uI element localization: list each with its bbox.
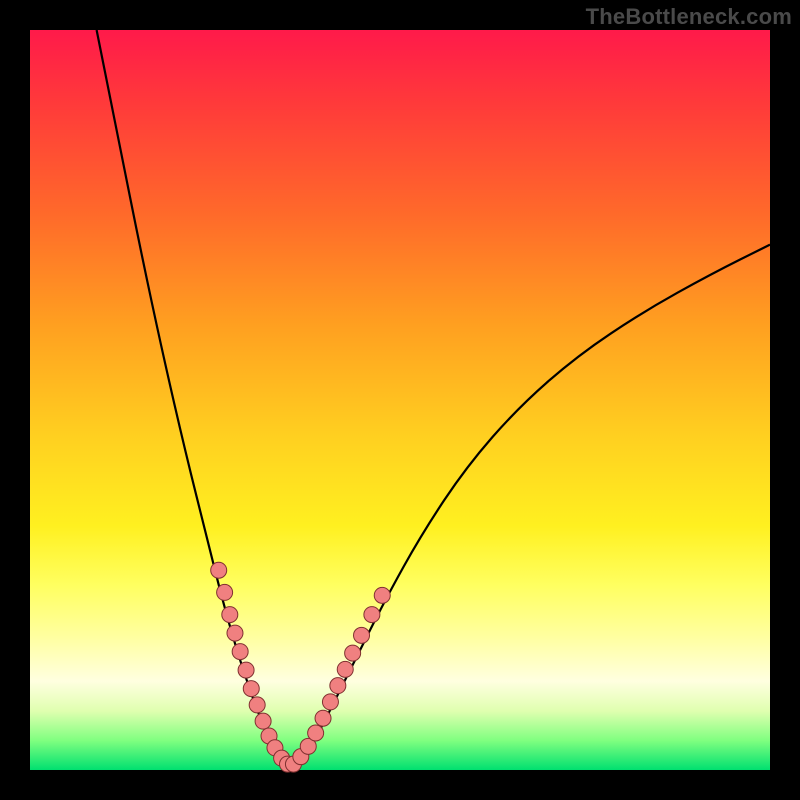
chart-canvas: TheBottleneck.com (0, 0, 800, 800)
bead-left (211, 562, 227, 578)
curve-left-branch (97, 30, 289, 766)
bead-left (227, 625, 243, 641)
bead-right (330, 678, 346, 694)
bead-left (249, 697, 265, 713)
bead-left (217, 584, 233, 600)
bead-right (364, 607, 380, 623)
curve-layer (30, 30, 770, 770)
plot-area (30, 30, 770, 770)
bead-left (232, 644, 248, 660)
bead-left (238, 662, 254, 678)
watermark-text: TheBottleneck.com (586, 4, 792, 30)
bead-right (345, 645, 361, 661)
curve-right-branch (289, 245, 770, 767)
bead-right (315, 710, 331, 726)
bead-markers (211, 562, 391, 772)
bead-left (255, 713, 271, 729)
bead-left (243, 681, 259, 697)
bead-right (308, 725, 324, 741)
bead-right (337, 661, 353, 677)
bead-left (222, 607, 238, 623)
bead-right (322, 694, 338, 710)
bead-right (374, 587, 390, 603)
bead-right (354, 627, 370, 643)
